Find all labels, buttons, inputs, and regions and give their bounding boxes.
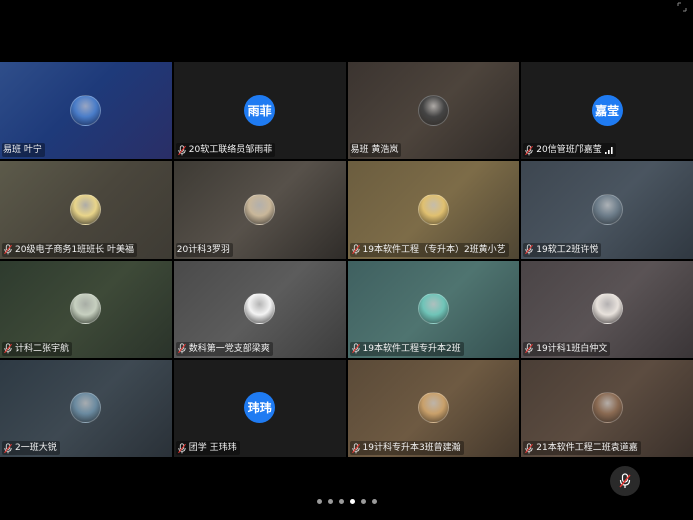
participant-tile[interactable]: 计科二张宇航 <box>0 260 172 358</box>
participant-name-bar: 20计科3罗羽 <box>175 242 233 257</box>
avatar <box>70 193 102 225</box>
participant-name: 19本软件工程（专升本）2班黄小艺 <box>362 244 506 255</box>
participant-name-bar: 易班 叶宁 <box>2 143 45 158</box>
participant-name: 20级电子商务1班班长 叶美福 <box>15 244 135 255</box>
mic-muted-icon <box>619 473 631 488</box>
participant-name: 团学 王玮玮 <box>188 443 237 453</box>
participant-name: 易班 黄浩岚 <box>350 145 399 156</box>
participant-tile[interactable]: 易班 黄浩岚 <box>347 62 520 160</box>
participant-tile[interactable]: 数科第一党支部梁爽 <box>173 260 346 358</box>
avatar-initials: 玮玮 <box>244 392 276 424</box>
participant-name: 2一班大锐 <box>15 443 57 453</box>
participant-tile[interactable]: 20计科3罗羽 <box>173 161 346 259</box>
avatar <box>417 293 449 324</box>
participant-name-bar: 20级电子商务1班班长 叶美福 <box>2 242 138 257</box>
participant-name-bar: 19软工2班许悦 <box>523 242 602 257</box>
participant-name-bar: 易班 黄浩岚 <box>349 143 402 158</box>
participant-name-bar: 19本软件工程专升本2班 <box>349 341 464 356</box>
expand-icon[interactable] <box>677 2 687 12</box>
page-indicator[interactable] <box>0 496 693 506</box>
avatar <box>417 94 449 126</box>
participant-name-bar: 19计科专升本3班曾建瀚 <box>349 441 464 455</box>
avatar <box>70 94 102 126</box>
avatar <box>70 293 102 324</box>
avatar <box>70 392 102 424</box>
participant-tile[interactable]: 雨菲 20软工联络员邹雨菲 <box>173 62 346 160</box>
avatar <box>591 293 623 324</box>
participant-tile[interactable]: 嘉莹 20信管班邝嘉莹 <box>521 62 693 160</box>
avatar <box>244 193 276 225</box>
mic-muted-icon <box>351 343 360 354</box>
participant-name: 19计科1班白仲文 <box>536 343 608 354</box>
participant-name: 计科二张宇航 <box>15 343 70 354</box>
participant-name-bar: 2一班大锐 <box>2 441 60 455</box>
mic-muted-icon <box>177 145 186 156</box>
participant-name-bar: 数科第一党支部梁爽 <box>175 341 273 356</box>
participant-tile[interactable]: 19本软件工程专升本2班 <box>347 260 520 358</box>
page-dot[interactable] <box>360 498 366 504</box>
participant-name: 19本软件工程专升本2班 <box>362 343 461 354</box>
participant-name: 20信管班邝嘉莹 <box>536 145 602 156</box>
participant-name-bar: 21本软件工程二班袁道嘉 <box>523 441 641 455</box>
mic-muted-icon <box>525 145 534 156</box>
participant-name-bar: 团学 王玮玮 <box>175 441 240 455</box>
page-dot[interactable] <box>327 498 333 504</box>
mic-muted-icon <box>4 244 12 255</box>
avatar <box>591 392 623 424</box>
participant-name-bar: 20软工联络员邹雨菲 <box>175 143 276 158</box>
participant-tile[interactable]: 19计科专升本3班曾建瀚 <box>347 359 520 457</box>
mute-toggle-button[interactable] <box>610 466 640 496</box>
participant-tile[interactable]: 19软工2班许悦 <box>521 161 693 259</box>
avatar <box>244 293 276 324</box>
participant-name: 20计科3罗羽 <box>176 244 230 255</box>
avatar <box>417 193 449 225</box>
participant-tile[interactable]: 19计科1班白仲文 <box>521 260 693 358</box>
avatar <box>591 193 623 225</box>
mic-muted-icon <box>525 244 534 255</box>
mic-muted-icon <box>177 442 186 453</box>
avatar <box>417 392 449 424</box>
participant-name: 19软工2班许悦 <box>536 244 599 255</box>
mic-muted-icon <box>351 244 360 255</box>
mic-muted-icon <box>177 343 186 354</box>
mic-muted-icon <box>4 343 12 354</box>
top-bar <box>0 0 693 62</box>
participant-tile[interactable]: 玮玮团学 王玮玮 <box>173 359 346 457</box>
mic-muted-icon <box>351 442 360 453</box>
mic-muted-icon <box>525 343 534 354</box>
mic-muted-icon <box>525 442 534 453</box>
participant-tile[interactable]: 易班 叶宁 <box>0 62 172 160</box>
participant-tile[interactable]: 20级电子商务1班班长 叶美福 <box>0 161 172 259</box>
participant-tile[interactable]: 2一班大锐 <box>0 359 172 457</box>
participant-name-bar: 20信管班邝嘉莹 <box>523 143 616 158</box>
participant-name-bar: 计科二张宇航 <box>2 341 73 356</box>
page-dot[interactable] <box>371 498 377 504</box>
participant-name: 20软工联络员邹雨菲 <box>188 145 273 156</box>
participant-name: 19计科专升本3班曾建瀚 <box>362 443 461 453</box>
participant-name: 21本软件工程二班袁道嘉 <box>536 443 638 453</box>
participant-name: 数科第一党支部梁爽 <box>188 343 270 354</box>
mic-muted-icon <box>4 442 12 453</box>
video-grid: 易班 叶宁 雨菲 20软工联络员邹雨菲 易班 黄浩岚 嘉莹 20信管班邝嘉莹 20级电子商务… <box>0 62 693 457</box>
page-dot[interactable] <box>316 498 322 504</box>
avatar-initials: 嘉莹 <box>591 94 623 126</box>
participant-name-bar: 19本软件工程（专升本）2班黄小艺 <box>349 242 509 257</box>
page-dot[interactable] <box>338 498 344 504</box>
participant-tile[interactable]: 19本软件工程（专升本）2班黄小艺 <box>347 161 520 259</box>
page-dot[interactable] <box>349 498 355 504</box>
avatar-initials: 雨菲 <box>244 94 276 126</box>
signal-strength-icon <box>604 146 613 154</box>
participant-name: 易班 叶宁 <box>3 145 42 156</box>
participant-name-bar: 19计科1班白仲文 <box>523 341 611 356</box>
participant-tile[interactable]: 21本软件工程二班袁道嘉 <box>521 359 693 457</box>
